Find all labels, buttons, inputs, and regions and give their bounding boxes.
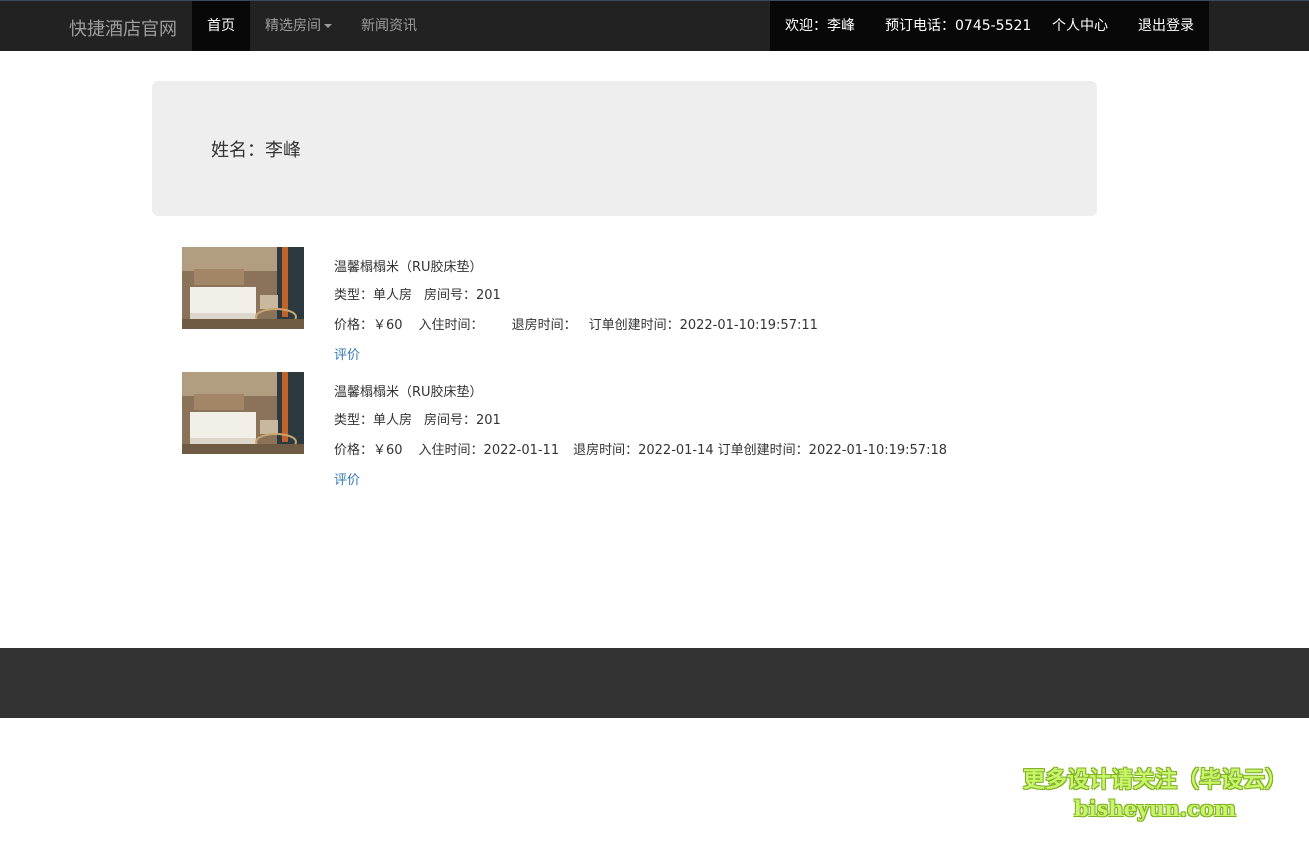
order-times: 价格：￥60 入住时间： 退房时间： 订单创建时间：2022-01-10:19:57:… xyxy=(334,314,818,333)
nav-rooms-dropdown[interactable]: 精选房间 xyxy=(265,1,332,51)
nav-rooms-label: 精选房间 xyxy=(265,18,321,34)
room-type: 类型：单人房 xyxy=(334,413,413,428)
nav-home[interactable]: 首页 xyxy=(192,1,250,51)
nav-news[interactable]: 新闻资讯 xyxy=(361,1,417,51)
booking-phone[interactable]: 预订电话：0745-5521 xyxy=(885,1,1031,51)
room-title: 温馨榻榻米（RU胶床垫） xyxy=(334,385,483,400)
checkout-time: 退房时间： xyxy=(511,318,577,333)
chevron-down-icon xyxy=(324,24,332,28)
page-footer xyxy=(0,648,1309,718)
watermark-line1: 更多设计请关注（毕设云） xyxy=(1022,768,1287,793)
order-created-time: 订单创建时间：2022-01-10:19:57:18 xyxy=(717,443,947,458)
watermark-line2: bisheyun.com xyxy=(1073,796,1237,821)
review-link[interactable]: 评价 xyxy=(334,469,360,488)
order-created-time: 订单创建时间：2022-01-10:19:57:11 xyxy=(588,318,818,333)
order-times: 价格：￥60 入住时间：2022-01-11 退房时间：2022-01-14 订单创建… xyxy=(334,439,947,458)
room-photo xyxy=(182,247,304,329)
room-number: 房间号：201 xyxy=(424,413,501,428)
order-meta: 类型：单人房 房间号：201 xyxy=(334,409,501,428)
user-nav: 欢迎：李峰 预订电话：0745-5521 个人中心 退出登录 xyxy=(770,1,1209,51)
nav-profile[interactable]: 个人中心 xyxy=(1052,1,1108,51)
room-title: 温馨榻榻米（RU胶床垫） xyxy=(334,260,483,275)
welcome-user[interactable]: 欢迎：李峰 xyxy=(785,1,855,51)
room-photo xyxy=(182,372,304,454)
review-link[interactable]: 评价 xyxy=(334,344,360,363)
watermark: 更多设计请关注（毕设云） bisheyun.com xyxy=(1020,766,1290,822)
top-navbar: 快捷酒店官网 首页 精选房间 新闻资讯 欢迎：李峰 预订电话：0745-5521… xyxy=(0,0,1309,51)
profile-name: 姓名：李峰 xyxy=(211,140,301,161)
checkin-time: 入住时间： xyxy=(418,318,484,333)
room-number: 房间号：201 xyxy=(424,288,501,303)
order-item: 温馨榻榻米（RU胶床垫） 类型：单人房 房间号：201 价格：￥60 入住时间：20… xyxy=(182,372,982,492)
order-item: 温馨榻榻米（RU胶床垫） 类型：单人房 房间号：201 价格：￥60 入住时间： 退房… xyxy=(182,247,982,367)
brand-logo-text[interactable]: 快捷酒店官网 xyxy=(69,15,177,41)
nav-logout[interactable]: 退出登录 xyxy=(1138,1,1194,51)
order-price: 价格：￥60 xyxy=(334,318,403,333)
checkout-time: 退房时间：2022-01-14 xyxy=(573,443,714,458)
order-meta: 类型：单人房 房间号：201 xyxy=(334,284,501,303)
order-price: 价格：￥60 xyxy=(334,443,403,458)
profile-panel: 姓名：李峰 xyxy=(152,81,1097,216)
checkin-time: 入住时间：2022-01-11 xyxy=(418,443,560,458)
room-type: 类型：单人房 xyxy=(334,288,413,303)
